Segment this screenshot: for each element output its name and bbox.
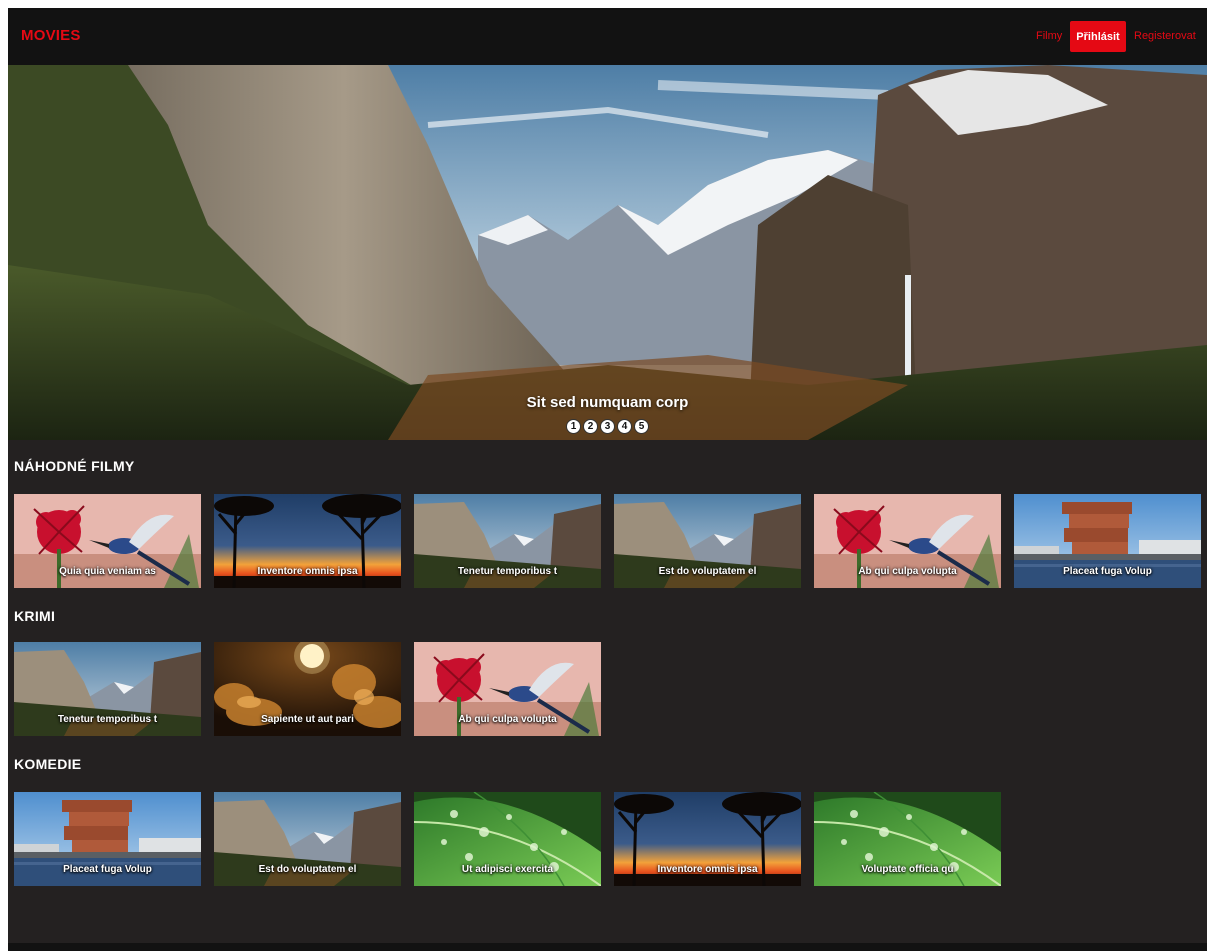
movie-card[interactable]: Inventore omnis ipsa [614,792,801,886]
movie-card[interactable]: Quia quia veniam as [14,494,201,588]
movie-card[interactable]: Est do voluptatem el [214,792,401,886]
movie-card-title: Voluptate officia qu [861,864,954,875]
brand-logo[interactable]: MOVIES [21,27,81,44]
movie-card[interactable]: Est do voluptatem el [614,494,801,588]
carousel-dot-2[interactable]: 2 [583,419,598,434]
section-title-random: NÁHODNÉ FILMY [14,458,135,474]
movie-card-title: Ut adipisci exercita [461,864,554,875]
movie-card-title: Ab qui culpa volupta [458,714,557,725]
movie-row-komedie: Placeat fuga Volup Est do voluptatem el Ut… [14,792,1001,886]
login-button[interactable]: Přihlásit [1070,21,1126,52]
movie-card[interactable]: Ab qui culpa volupta [414,642,601,736]
movie-card[interactable]: Inventore omnis ipsa [214,494,401,588]
movie-card-title: Sapiente ut aut pari [261,714,354,725]
section-title-komedie: KOMEDIE [14,756,82,772]
movie-card-title: Placeat fuga Volup [63,864,152,875]
hero-carousel[interactable]: Sit sed numquam corp 1 2 3 4 5 [8,65,1207,440]
page: MOVIES Filmy Přihlásit Registerovat Sit … [8,8,1207,951]
movie-card-title: Ab qui culpa volupta [858,566,957,577]
movie-card[interactable]: Ab qui culpa volupta [814,494,1001,588]
movie-row-random: Quia quia veniam as Inventore omnis ipsa T… [14,494,1201,588]
hero-caption: Sit sed numquam corp [526,394,689,411]
movie-card-title: Tenetur temporibus t [457,566,558,577]
movie-card[interactable]: Ut adipisci exercita [414,792,601,886]
movie-card-title: Quia quia veniam as [59,566,156,577]
movie-card[interactable]: Placeat fuga Volup [14,792,201,886]
movie-card-title: Placeat fuga Volup [1063,566,1152,577]
navbar: MOVIES Filmy Přihlásit Registerovat [8,8,1207,65]
nav-films-link[interactable]: Filmy [1036,30,1062,42]
carousel-dot-3[interactable]: 3 [600,419,615,434]
movie-card-title: Est do voluptatem el [258,864,357,875]
footer [8,943,1207,951]
movie-card-title: Tenetur temporibus t [57,714,158,725]
register-link[interactable]: Registerovat [1134,30,1196,42]
movie-card[interactable]: Placeat fuga Volup [1014,494,1201,588]
carousel-dot-4[interactable]: 4 [617,419,632,434]
carousel-dot-1[interactable]: 1 [566,419,581,434]
movie-card[interactable]: Tenetur temporibus t [414,494,601,588]
carousel-dot-5[interactable]: 5 [634,419,649,434]
movie-card-title: Est do voluptatem el [658,566,757,577]
movie-card[interactable]: Voluptate officia qu [814,792,1001,886]
movie-row-krimi: Tenetur temporibus t Sapiente ut aut pari… [14,642,601,736]
movie-card-title: Inventore omnis ipsa [257,566,358,577]
section-title-krimi: KRIMI [14,608,56,624]
movie-card[interactable]: Sapiente ut aut pari [214,642,401,736]
movie-card[interactable]: Tenetur temporibus t [14,642,201,736]
movie-card-title: Inventore omnis ipsa [657,864,758,875]
hero-image [8,65,1207,440]
carousel-dots: 1 2 3 4 5 [8,419,1207,434]
